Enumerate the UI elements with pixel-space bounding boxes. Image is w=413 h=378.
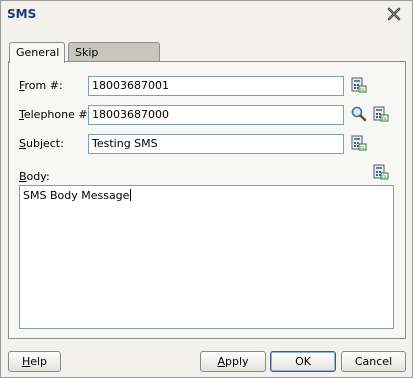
from-label: From #: [19,79,63,92]
apply-button[interactable]: Apply [200,351,266,372]
telephone-field[interactable]: 18003687000 [88,105,344,125]
svg-text:fx: fx [382,174,387,180]
ok-button[interactable]: OK [270,351,336,372]
search-icon[interactable] [351,106,367,122]
close-icon[interactable] [387,7,401,21]
tab-general[interactable]: General [9,42,65,63]
body-label: Body: [19,170,50,183]
dialog-title: SMS [7,7,37,21]
cancel-button[interactable]: Cancel [341,351,406,372]
subject-label: Subject: [19,137,64,150]
tab-general-label: General [16,46,60,59]
expression-builder-icon[interactable]: fx [351,135,367,151]
body-textarea[interactable]: SMS Body Message [19,185,394,329]
expression-builder-icon[interactable]: fx [351,77,367,93]
svg-text:fx: fx [382,116,387,122]
svg-text:fx: fx [360,87,365,93]
expression-builder-icon[interactable]: fx [373,106,389,122]
help-button[interactable]: Help [8,351,61,372]
body-text: SMS Body Message [23,189,130,202]
svg-text:fx: fx [360,145,365,151]
sms-dialog: SMS General Skip Condition From #: 18003… [0,0,413,378]
telephone-label: Telephone #: [19,108,92,121]
subject-field[interactable]: Testing SMS [88,134,344,154]
from-field[interactable]: 18003687001 [88,76,344,96]
expression-builder-icon[interactable]: fx [373,164,389,180]
tab-skip-condition[interactable]: Skip Condition [68,42,160,72]
text-caret [130,189,132,201]
